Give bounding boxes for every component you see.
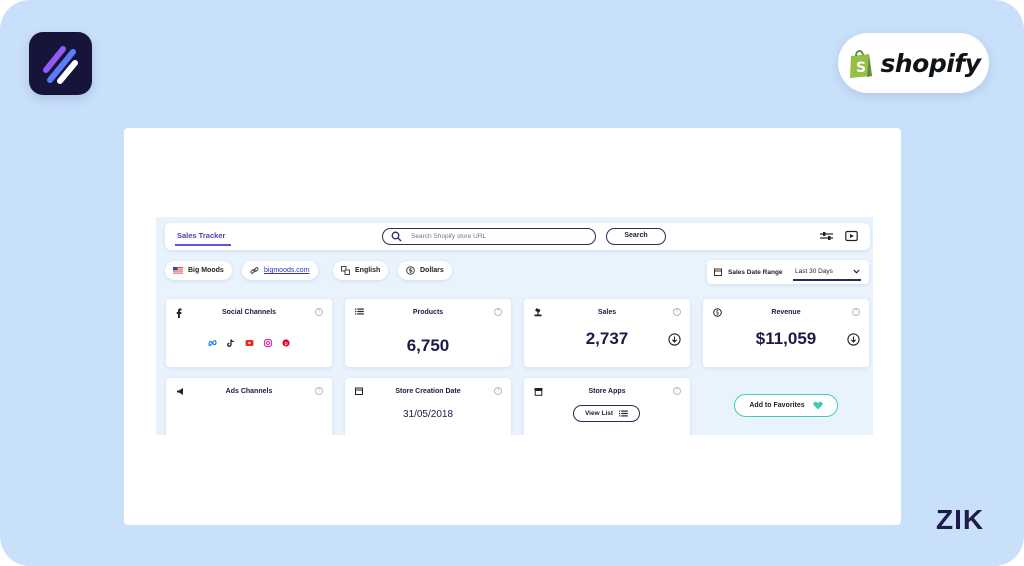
shopify-bag-icon: S: [849, 50, 872, 78]
date-range-selector: Sales Date Range Last 30 Days: [707, 260, 869, 284]
us-flag-icon: [173, 267, 183, 274]
background-frame: S shopify ZIK Sales Tracker Search Shopi…: [0, 0, 1024, 566]
tab-sales-tracker[interactable]: Sales Tracker: [177, 231, 225, 240]
store-creation-title: Store Creation Date: [395, 388, 461, 395]
date-range-label: Sales Date Range: [728, 269, 783, 276]
filter-sliders-icon[interactable]: [820, 230, 833, 242]
meta-icon[interactable]: [208, 339, 217, 347]
svg-text:S: S: [856, 60, 866, 76]
store-name: Big Moods: [188, 267, 224, 274]
shopify-wordmark: shopify: [880, 48, 982, 78]
currency-chip: $ Dollars: [398, 261, 452, 280]
add-to-favorites-label: Add to Favorites: [749, 402, 805, 409]
video-icon[interactable]: [845, 230, 858, 242]
help-icon[interactable]: ?: [494, 387, 502, 395]
store-creation-card: Store Creation Date ? 31/05/2018: [345, 378, 511, 435]
products-value: 6,750: [406, 336, 450, 355]
store-name-chip: Big Moods: [165, 261, 232, 280]
search-input[interactable]: [411, 231, 581, 242]
top-bar: Sales Tracker Search: [165, 223, 870, 250]
download-icon[interactable]: [847, 333, 860, 346]
sales-card: Sales ? 2,737: [524, 299, 690, 367]
translate-icon: [341, 266, 350, 275]
social-channels-card: Social Channels ? p: [166, 299, 332, 367]
tiktok-icon[interactable]: [227, 339, 235, 347]
ads-channels-title: Ads Channels: [225, 388, 273, 395]
tab-active-underline: [175, 244, 231, 246]
add-to-favorites-button[interactable]: Add to Favorites: [734, 394, 838, 417]
app-logo-icon: [29, 32, 92, 95]
language-chip: English: [333, 261, 389, 280]
svg-text:$: $: [409, 268, 413, 275]
download-icon[interactable]: [668, 333, 681, 346]
search-box: [382, 228, 596, 245]
store-creation-value: 31/05/2018: [402, 409, 454, 420]
social-icons: p: [166, 339, 332, 347]
shopify-logo: S shopify: [838, 33, 989, 93]
ads-channels-card: Ads Channels ?: [166, 378, 332, 435]
help-icon[interactable]: ?: [852, 308, 860, 316]
products-card: Products ? 6,750: [345, 299, 511, 367]
list-icon: [619, 410, 628, 417]
help-icon[interactable]: ?: [315, 387, 323, 395]
revenue-value: $11,059: [755, 329, 817, 348]
help-icon[interactable]: ?: [494, 308, 502, 316]
heart-icon: [812, 401, 823, 410]
screenshot-card: Sales Tracker Search Shopify store URL S…: [124, 128, 901, 525]
language-value: English: [355, 267, 381, 274]
sales-value: 2,737: [585, 329, 629, 348]
dollar-icon: $: [406, 266, 415, 275]
store-url-link[interactable]: bigmoods.com: [264, 267, 310, 274]
search-button[interactable]: Search: [606, 228, 666, 245]
view-list-button[interactable]: View List: [573, 405, 640, 422]
revenue-card: $ Revenue ? $11,059: [703, 299, 869, 367]
store-apps-title: Store Apps: [588, 388, 626, 395]
store-apps-card: Store Apps ? View List: [524, 378, 690, 435]
view-list-label: View List: [584, 410, 614, 417]
search-icon: [391, 231, 402, 242]
sales-title: Sales: [597, 309, 617, 316]
social-channels-title: Social Channels: [221, 309, 277, 316]
svg-text:p: p: [285, 341, 288, 347]
link-icon: [250, 267, 259, 274]
revenue-title: Revenue: [771, 309, 801, 316]
date-range-select[interactable]: Last 30 Days: [795, 268, 833, 275]
chevron-down-icon[interactable]: [853, 269, 860, 274]
zik-watermark: ZIK: [936, 504, 985, 535]
calendar-icon: [714, 268, 722, 276]
date-range-underline: [793, 279, 861, 281]
products-title: Products: [412, 309, 444, 316]
pinterest-icon[interactable]: p: [282, 339, 290, 347]
help-icon[interactable]: ?: [673, 387, 681, 395]
instagram-icon[interactable]: [264, 339, 272, 347]
currency-value: Dollars: [420, 267, 444, 274]
help-icon[interactable]: ?: [315, 308, 323, 316]
youtube-icon[interactable]: [245, 339, 254, 347]
store-url-chip: bigmoods.com: [242, 261, 318, 280]
help-icon[interactable]: ?: [673, 308, 681, 316]
dashboard: Sales Tracker Search Shopify store URL S…: [156, 217, 873, 435]
